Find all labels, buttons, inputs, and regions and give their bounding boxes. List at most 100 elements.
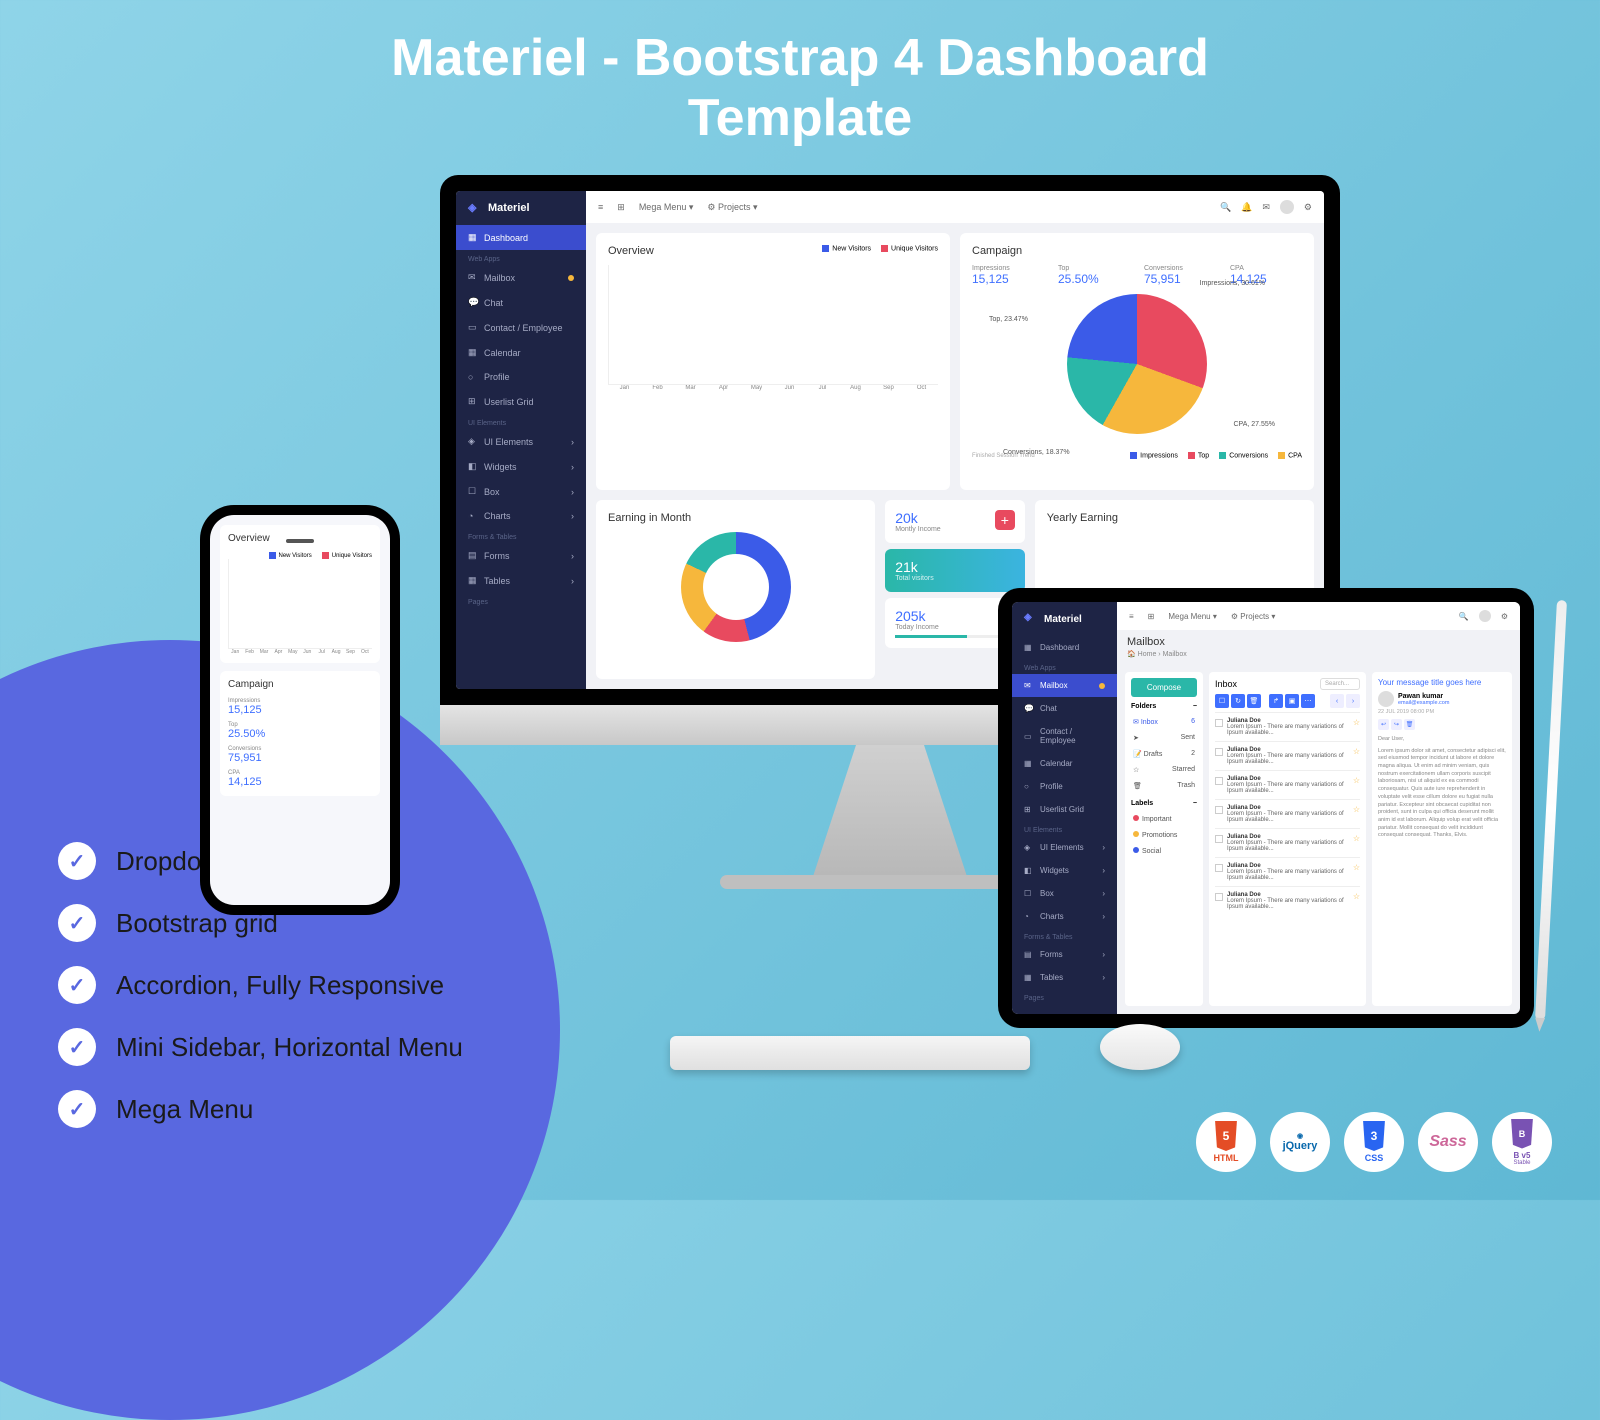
pie-label: Impressions, 30.61% xyxy=(1200,280,1265,287)
sidebar-item-widgets[interactable]: ◧Widgets› xyxy=(1012,859,1117,882)
sidebar-item-box[interactable]: ☐Box› xyxy=(456,479,586,504)
chart-legend: New VisitorsUnique Visitors xyxy=(228,552,372,559)
sidebar-item-ui[interactable]: ◈UI Elements› xyxy=(456,429,586,454)
folder-inbox[interactable]: ✉ Inbox6 xyxy=(1131,714,1197,730)
projects-dropdown[interactable]: ⚙ Projects ▾ xyxy=(707,202,757,213)
sidebar-item-dashboard[interactable]: ▦Dashboard xyxy=(1012,636,1117,659)
sidebar-item-calendar[interactable]: ▦Calendar xyxy=(1012,752,1117,775)
stat-value: 15,125 xyxy=(228,704,372,716)
sidebar-item-tables[interactable]: ▦Tables› xyxy=(456,568,586,593)
mega-menu-dropdown[interactable]: Mega Menu ▾ xyxy=(639,202,694,213)
stat-label: Today Income xyxy=(895,624,1015,631)
sidebar-item-box[interactable]: ☐Box› xyxy=(1012,882,1117,905)
mail-item[interactable]: Juliana DoeLorem Ipsum - There are many … xyxy=(1215,886,1360,915)
label-important[interactable]: Important xyxy=(1131,811,1197,827)
chevron-down-icon: › xyxy=(571,511,574,521)
prev-button[interactable]: ‹ xyxy=(1330,694,1344,708)
monitor-stand xyxy=(805,745,975,875)
sidebar-item-tables[interactable]: ▦Tables› xyxy=(1012,966,1117,989)
mail-item[interactable]: Juliana DoeLorem Ipsum - There are many … xyxy=(1215,770,1360,799)
sidebar-item-chat[interactable]: 💬Chat xyxy=(1012,697,1117,720)
brand-icon: ◈ xyxy=(468,201,482,215)
brand[interactable]: ◈ Materiel xyxy=(456,191,586,225)
brand[interactable]: ◈Materiel xyxy=(1012,602,1117,636)
mega-menu-dropdown[interactable]: Mega Menu ▾ xyxy=(1168,612,1217,621)
reply-button[interactable]: ↩ xyxy=(1378,719,1389,730)
sidebar-item-charts[interactable]: ◔Charts› xyxy=(1012,905,1117,928)
folder-sent[interactable]: ➤ Sent xyxy=(1131,730,1197,746)
contact-icon: ▭ xyxy=(468,322,478,333)
folder-drafts[interactable]: 📝 Drafts2 xyxy=(1131,746,1197,762)
phone-notch xyxy=(286,539,314,543)
projects-dropdown[interactable]: ⚙ Projects ▾ xyxy=(1231,612,1276,621)
menu-icon[interactable]: ≡ xyxy=(598,202,603,212)
sidebar-tablet: ◈Materiel ▦Dashboard Web Apps ✉Mailbox 💬… xyxy=(1012,602,1117,1014)
archive-button[interactable]: ▣ xyxy=(1285,694,1299,708)
overview-card: Overview New VisitorsUnique Visitors Jan… xyxy=(596,233,950,490)
page-title: Mailbox xyxy=(1127,636,1510,648)
brand-text: Materiel xyxy=(488,202,530,214)
sidebar-item-ui[interactable]: ◈UI Elements› xyxy=(1012,836,1117,859)
sidebar-item-forms[interactable]: ▤Forms› xyxy=(1012,943,1117,966)
label-social[interactable]: Social xyxy=(1131,843,1197,859)
avatar[interactable] xyxy=(1479,610,1491,622)
sidebar-item-mailbox[interactable]: ✉Mailbox xyxy=(456,265,586,290)
label-promotions[interactable]: Promotions xyxy=(1131,827,1197,843)
apps-icon[interactable]: ⊞ xyxy=(1148,612,1155,621)
sidebar-item-dashboard[interactable]: ▦Dashboard xyxy=(456,225,586,250)
earning-month-card: Earning in Month xyxy=(596,500,875,679)
next-button[interactable]: › xyxy=(1346,694,1360,708)
sidebar-item-profile[interactable]: ○Profile xyxy=(1012,775,1117,798)
stat-value: 205k xyxy=(895,608,1015,624)
more-button[interactable]: ⋯ xyxy=(1301,694,1315,708)
refresh-button[interactable]: ↻ xyxy=(1231,694,1245,708)
forward-button[interactable]: ↱ xyxy=(1269,694,1283,708)
sidebar-section: UI Elements xyxy=(1012,821,1117,836)
mail-icon[interactable]: ✉ xyxy=(1262,202,1270,213)
folder-starred[interactable]: ☆ Starred xyxy=(1131,762,1197,778)
mail-item[interactable]: Juliana DoeLorem Ipsum - There are many … xyxy=(1215,741,1360,770)
sidebar-item-contact[interactable]: ▭Contact / Employee xyxy=(456,315,586,340)
notification-icon[interactable]: 🔔 xyxy=(1241,202,1252,213)
search-icon[interactable]: 🔍 xyxy=(1459,612,1469,621)
sidebar-item-calendar[interactable]: ▦Calendar xyxy=(456,340,586,365)
sidebar-item-forms[interactable]: ▤Forms› xyxy=(456,543,586,568)
sidebar-item-userlist[interactable]: ⊞Userlist Grid xyxy=(456,389,586,414)
sidebar-item-chat[interactable]: 💬Chat xyxy=(456,290,586,315)
minus-icon[interactable]: − xyxy=(1193,800,1197,807)
sidebar-section: Forms & Tables xyxy=(456,528,586,543)
search-icon[interactable]: 🔍 xyxy=(1220,202,1231,213)
apps-icon[interactable]: ⊞ xyxy=(617,202,625,213)
stat-tile-visitors: 21k Total visitors xyxy=(885,549,1025,592)
mail-item[interactable]: Juliana DoeLorem Ipsum - There are many … xyxy=(1215,828,1360,857)
minus-icon[interactable]: − xyxy=(1193,703,1197,710)
stat-value: 21k xyxy=(895,559,1015,575)
mail-item[interactable]: Juliana DoeLorem Ipsum - There are many … xyxy=(1215,799,1360,828)
sidebar-item-mailbox[interactable]: ✉Mailbox xyxy=(1012,674,1117,697)
sidebar-item-profile[interactable]: ○Profile xyxy=(456,365,586,389)
compose-button[interactable]: Compose xyxy=(1131,678,1197,697)
folder-trash[interactable]: 🗑 Trash xyxy=(1131,778,1197,794)
delete-button[interactable]: 🗑 xyxy=(1404,719,1415,730)
check-icon: ✓ xyxy=(58,966,96,1004)
mail-item[interactable]: Juliana DoeLorem Ipsum - There are many … xyxy=(1215,857,1360,886)
menu-icon[interactable]: ≡ xyxy=(1129,612,1134,621)
avatar[interactable] xyxy=(1280,200,1294,214)
sidebar-item-widgets[interactable]: ◧Widgets› xyxy=(456,454,586,479)
check-icon: ✓ xyxy=(58,1028,96,1066)
select-all-button[interactable]: ☐ xyxy=(1215,694,1229,708)
settings-icon[interactable]: ⚙ xyxy=(1304,202,1312,213)
reply-all-button[interactable]: ↪ xyxy=(1391,719,1402,730)
delete-button[interactable]: 🗑 xyxy=(1247,694,1261,708)
mail-item[interactable]: Juliana DoeLorem Ipsum - There are many … xyxy=(1215,712,1360,741)
sidebar-item-contact[interactable]: ▭Contact / Employee xyxy=(1012,720,1117,752)
feature-item: ✓Mega Menu xyxy=(58,1090,463,1128)
sidebar-item-charts[interactable]: ◔Charts› xyxy=(456,504,586,528)
add-button[interactable]: + xyxy=(995,510,1015,530)
campaign-pie-chart: Impressions, 30.61% Top, 23.47% Conversi… xyxy=(1067,294,1207,434)
mouse xyxy=(1100,1024,1180,1070)
settings-icon[interactable]: ⚙ xyxy=(1501,612,1508,621)
search-input[interactable]: Search... xyxy=(1320,678,1360,690)
sidebar-item-userlist[interactable]: ⊞Userlist Grid xyxy=(1012,798,1117,821)
campaign-card: Campaign Impressions15,125 Top25.50% Con… xyxy=(960,233,1314,490)
